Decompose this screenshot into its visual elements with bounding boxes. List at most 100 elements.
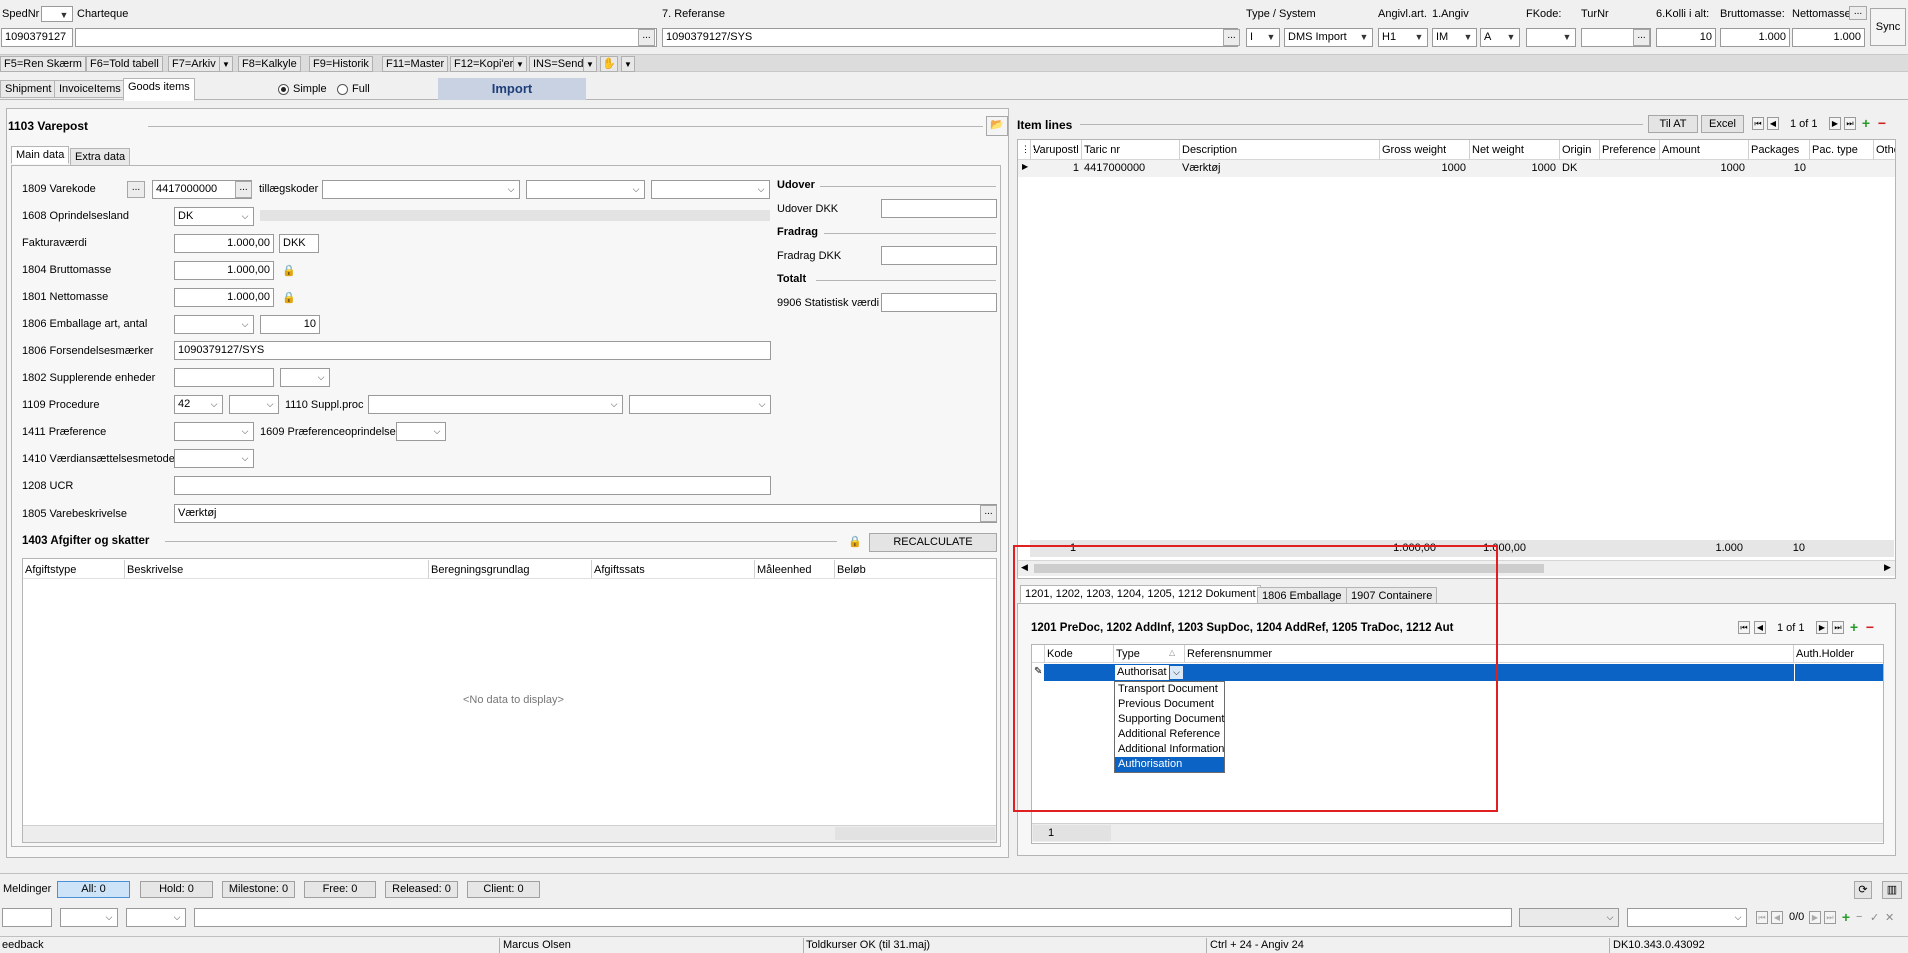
kolli-input[interactable]: 10 — [1656, 28, 1716, 47]
spednr-dropdown[interactable]: ▼ — [41, 6, 73, 22]
column-referensnummer[interactable]: Referensnummer — [1187, 648, 1272, 660]
told-tabell-button[interactable]: F6=Told tabell — [86, 56, 163, 72]
bruttomasse-field-input[interactable]: 1.000,00 — [174, 261, 274, 280]
ins-send-button[interactable]: INS=Send — [529, 56, 588, 72]
chevron-down-icon[interactable]: ⌵ — [1169, 665, 1184, 680]
varebeskrivelse-lookup-button[interactable]: ... — [980, 505, 997, 522]
procedure-dropdown[interactable]: 42 ⌵ — [174, 395, 223, 414]
table-row[interactable]: ▶ 1 4417000000 Værktøj 1000 1000 DK 1000… — [1018, 160, 1895, 177]
cell-type-editor[interactable]: Authorisat ⌵ — [1114, 664, 1185, 681]
prev-page-icon[interactable]: ◀ — [1767, 117, 1779, 130]
kopier-menu-icon[interactable]: ▼ — [513, 56, 527, 72]
lock-icon[interactable]: 🔒 — [282, 265, 296, 277]
procedure-sub-dropdown[interactable]: ⌵ — [229, 395, 279, 414]
column-packages[interactable]: Packages — [1751, 144, 1799, 156]
master-button[interactable]: F11=Master — [382, 56, 449, 72]
tab-shipment[interactable]: Shipment — [0, 80, 57, 98]
tab-invoiceitems[interactable]: InvoiceItems — [54, 80, 126, 98]
option-additional-information[interactable]: Additional Information — [1115, 742, 1224, 757]
kalkyle-button[interactable]: F8=Kalkyle — [238, 56, 301, 72]
referanse-lookup-button[interactable]: ... — [1223, 29, 1240, 46]
next-page-icon[interactable]: ▶ — [1809, 911, 1821, 924]
cell-referensnummer[interactable] — [1185, 664, 1794, 681]
option-previous-document[interactable]: Previous Document — [1115, 697, 1224, 712]
cancel-icon[interactable]: ✕ — [1885, 911, 1897, 924]
message-filter-dropdown-3[interactable]: ⌵ — [1519, 908, 1619, 927]
filter-milestone-button[interactable]: Milestone: 0 — [222, 881, 295, 898]
column-gross-weight[interactable]: Gross weight — [1382, 144, 1446, 156]
tab-extra-data[interactable]: Extra data — [70, 148, 131, 166]
nettomasse-field-input[interactable]: 1.000,00 — [174, 288, 274, 307]
message-text-input[interactable] — [194, 908, 1512, 927]
add-icon[interactable]: + — [1840, 910, 1852, 924]
suppl-proc-dropdown[interactable]: ⌵ — [368, 395, 623, 414]
hand-menu-icon[interactable]: ▼ — [621, 56, 635, 72]
remove-icon[interactable]: − — [1876, 116, 1888, 130]
forsendelsesmaerker-input[interactable]: 1090379127/SYS — [174, 341, 771, 360]
type-dropdown[interactable]: I ▼ — [1246, 28, 1280, 47]
mode-full[interactable]: Full — [337, 81, 370, 97]
message-filter-dropdown-1[interactable]: ⌵ — [60, 908, 118, 927]
emballage-antal-input[interactable]: 10 — [260, 315, 320, 334]
charteque-lookup-button[interactable]: ... — [638, 29, 655, 46]
statistisk-vaerdi-input[interactable] — [881, 293, 997, 312]
lock-icon[interactable]: 🔒 — [282, 292, 296, 304]
tab-dokument[interactable]: 1201, 1202, 1203, 1204, 1205, 1212 Dokum… — [1020, 585, 1261, 603]
praeferenceoprindelse-dropdown[interactable]: ⌵ — [396, 422, 446, 441]
send-menu-icon[interactable]: ▼ — [583, 56, 597, 72]
filter-free-button[interactable]: Free: 0 — [304, 881, 376, 898]
oprindelsesland-dropdown[interactable]: DK ⌵ — [174, 207, 254, 226]
column-afgiftssats[interactable]: Afgiftssats — [594, 564, 645, 576]
column-description[interactable]: Description — [1182, 144, 1237, 156]
fakturavaerdi-currency[interactable]: DKK — [279, 234, 319, 253]
fakturavaerdi-input[interactable]: 1.000,00 — [174, 234, 274, 253]
referanse-input[interactable]: 1090379127/SYS — [662, 28, 1238, 47]
praeference-dropdown[interactable]: ⌵ — [174, 422, 254, 441]
turnr-lookup-button[interactable]: ... — [1633, 29, 1650, 46]
check-icon[interactable]: ✓ — [1870, 911, 1882, 924]
til-at-button[interactable]: Til AT — [1648, 115, 1698, 133]
varebeskrivelse-input[interactable]: Værktøj — [174, 504, 997, 523]
next-page-icon[interactable]: ▶ — [1816, 621, 1828, 634]
charteque-input[interactable] — [75, 28, 657, 47]
historik-button[interactable]: F9=Historik — [309, 56, 373, 72]
next-page-icon[interactable]: ▶ — [1829, 117, 1841, 130]
varekode-search-button[interactable]: ... — [127, 181, 145, 198]
fradrag-dkk-input[interactable] — [881, 246, 997, 265]
arkiv-menu-icon[interactable]: ▼ — [219, 56, 233, 72]
option-additional-reference[interactable]: Additional Reference — [1115, 727, 1224, 742]
horizontal-scrollbar[interactable]: ◀ ▶ — [1018, 560, 1895, 576]
columns-icon[interactable]: ▥ — [1882, 881, 1902, 899]
emballage-art-dropdown[interactable]: ⌵ — [174, 315, 254, 334]
vaerdiansaettelsesmetode-dropdown[interactable]: ⌵ — [174, 449, 254, 468]
last-page-icon[interactable]: ⏭ — [1832, 621, 1844, 634]
recalculate-button[interactable]: RECALCULATE — [869, 533, 997, 552]
column-auth-holder[interactable]: Auth.Holder — [1796, 648, 1854, 660]
column-type[interactable]: Type — [1116, 648, 1140, 660]
mode-simple[interactable]: Simple — [278, 81, 327, 97]
add-icon[interactable]: + — [1848, 620, 1860, 634]
angivl-art-dropdown[interactable]: H1 ▼ — [1378, 28, 1428, 47]
fkode-dropdown[interactable]: ▼ — [1526, 28, 1576, 47]
tillaegskode-2-dropdown[interactable]: ⌵ — [526, 180, 645, 199]
bruttomasse-input[interactable]: 1.000 — [1720, 28, 1790, 47]
nettomasse-lookup-button[interactable]: ... — [1849, 6, 1867, 20]
tab-main-data[interactable]: Main data — [11, 146, 70, 164]
first-page-icon[interactable]: ⏮ — [1756, 911, 1768, 924]
varekode-lookup-button[interactable]: ... — [235, 181, 252, 198]
nettomasse-input[interactable]: 1.000 — [1792, 28, 1865, 47]
system-dropdown[interactable]: DMS Import ▼ — [1284, 28, 1373, 47]
message-filter-dropdown-2[interactable]: ⌵ — [126, 908, 186, 927]
add-icon[interactable]: + — [1860, 116, 1872, 130]
angiv1-sub-dropdown[interactable]: A ▼ — [1480, 28, 1520, 47]
excel-button[interactable]: Excel — [1701, 115, 1744, 133]
folder-icon[interactable]: 📂 — [986, 116, 1008, 136]
column-afgiftstype[interactable]: Afgiftstype — [25, 564, 76, 576]
ucr-input[interactable] — [174, 476, 771, 495]
option-authorisation[interactable]: Authorisation — [1115, 757, 1224, 772]
option-transport-document[interactable]: Transport Document — [1115, 682, 1224, 697]
last-page-icon[interactable]: ⏭ — [1844, 117, 1856, 130]
status-feedback[interactable]: eedback — [2, 939, 44, 951]
suppl-proc-sub-dropdown[interactable]: ⌵ — [629, 395, 771, 414]
column-pac-type[interactable]: Pac. type — [1812, 144, 1858, 156]
